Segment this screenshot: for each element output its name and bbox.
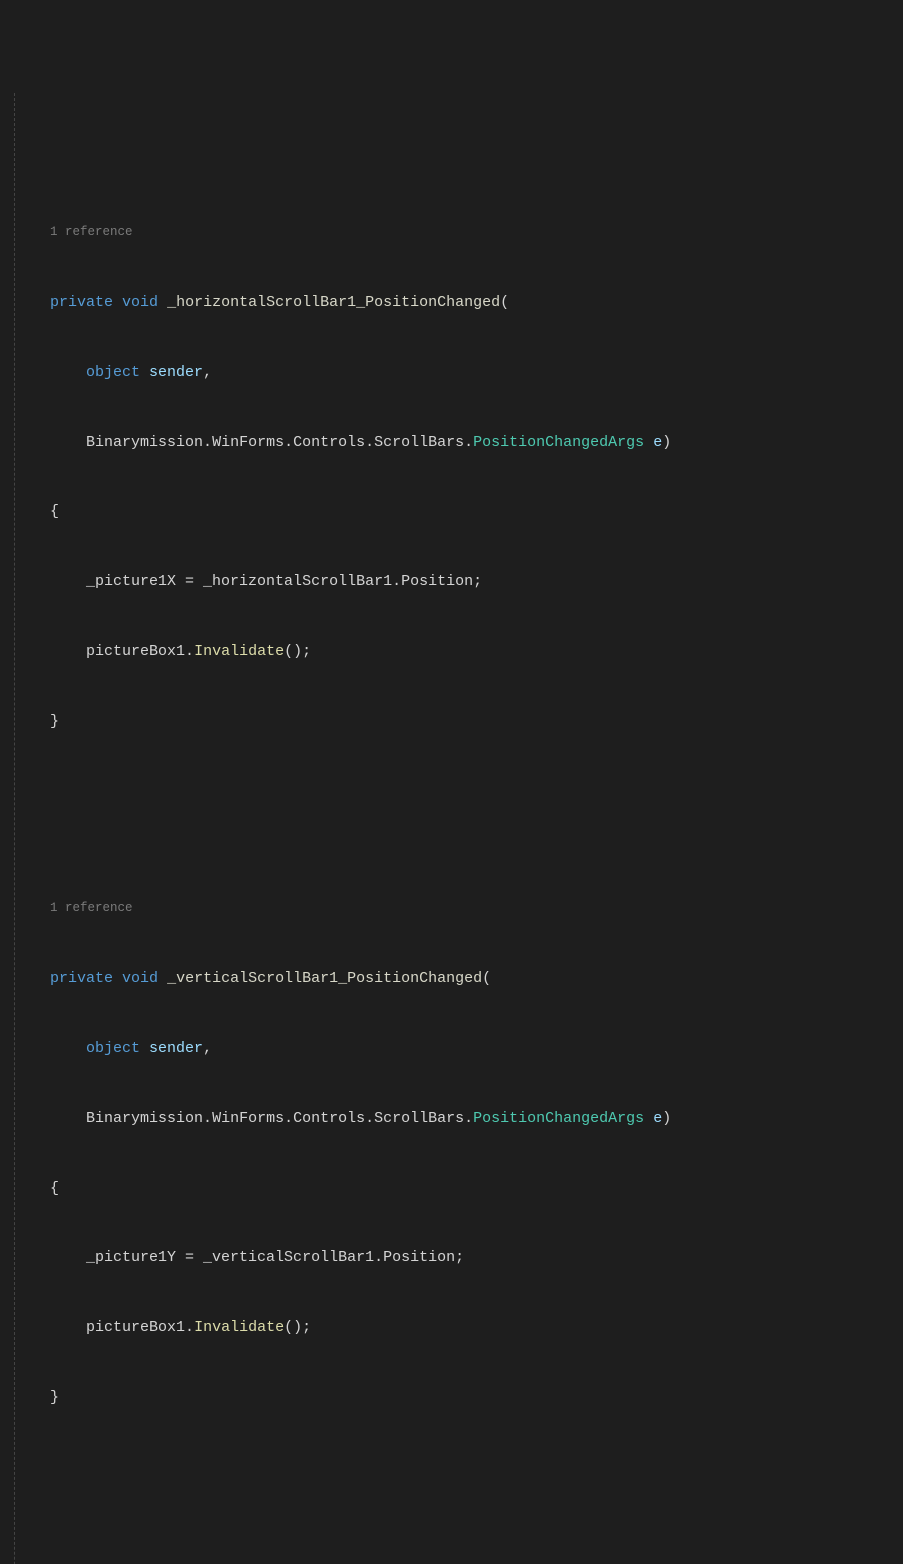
close-paren: ) (662, 1110, 671, 1127)
namespace: WinForms (212, 1110, 284, 1127)
code-line[interactable]: private void _verticalScrollBar1_Positio… (0, 967, 903, 990)
code-line[interactable]: } (0, 710, 903, 733)
space (158, 970, 167, 987)
dot: . (464, 434, 473, 451)
dot: . (185, 1319, 194, 1336)
property: Position (401, 573, 473, 590)
assign: = (176, 573, 203, 590)
open-paren: ( (482, 970, 491, 987)
object-ref: pictureBox1 (86, 643, 185, 660)
keyword-void: void (122, 294, 158, 311)
param-sender: sender (149, 1040, 203, 1057)
space (140, 1040, 149, 1057)
code-line[interactable]: pictureBox1.Invalidate(); (0, 1316, 903, 1339)
namespace: Binarymission (86, 434, 203, 451)
field: _picture1X (86, 573, 176, 590)
space (158, 294, 167, 311)
codelens-reference[interactable]: 1 reference (0, 219, 903, 244)
dot: . (284, 434, 293, 451)
semicolon: ; (302, 1319, 311, 1336)
dot: . (203, 434, 212, 451)
space (140, 364, 149, 381)
code-line[interactable]: Binarymission.WinForms.Controls.ScrollBa… (0, 431, 903, 454)
close-paren: ) (662, 434, 671, 451)
close-brace: } (50, 1389, 59, 1406)
object-ref: _horizontalScrollBar1 (203, 573, 392, 590)
dot: . (392, 573, 401, 590)
namespace: Binarymission (86, 1110, 203, 1127)
dot: . (365, 434, 374, 451)
space (113, 970, 122, 987)
comma: , (203, 1040, 212, 1057)
close-brace: } (50, 713, 59, 730)
code-editor[interactable]: 1 reference private void _horizontalScro… (0, 93, 903, 1564)
dot: . (284, 1110, 293, 1127)
code-line[interactable]: pictureBox1.Invalidate(); (0, 640, 903, 663)
comma: , (203, 364, 212, 381)
property: Position (383, 1249, 455, 1266)
code-line[interactable]: { (0, 1177, 903, 1200)
dot: . (203, 1110, 212, 1127)
code-line[interactable]: object sender, (0, 1037, 903, 1060)
dot: . (185, 643, 194, 660)
method-call: Invalidate (194, 643, 284, 660)
codelens-reference[interactable]: 1 reference (0, 895, 903, 920)
keyword-private: private (50, 294, 113, 311)
code-line[interactable]: Binarymission.WinForms.Controls.ScrollBa… (0, 1107, 903, 1130)
open-brace: { (50, 503, 59, 520)
keyword-object: object (86, 364, 140, 381)
blank-line[interactable] (0, 779, 903, 802)
arg-type: PositionChangedArgs (473, 434, 644, 451)
keyword-object: object (86, 1040, 140, 1057)
code-line[interactable]: } (0, 1386, 903, 1409)
semicolon: ; (302, 643, 311, 660)
namespace: Controls (293, 1110, 365, 1127)
dot: . (365, 1110, 374, 1127)
open-paren: ( (284, 643, 293, 660)
close-paren: ) (293, 643, 302, 660)
param-e: e (653, 1110, 662, 1127)
code-line[interactable]: { (0, 500, 903, 523)
close-paren: ) (293, 1319, 302, 1336)
semicolon: ; (455, 1249, 464, 1266)
method-name: _horizontalScrollBar1_PositionChanged (167, 294, 500, 311)
code-line[interactable]: _picture1X = _horizontalScrollBar1.Posit… (0, 570, 903, 593)
open-paren: ( (500, 294, 509, 311)
blank-line[interactable] (0, 1456, 903, 1479)
namespace: ScrollBars (374, 1110, 464, 1127)
dot: . (374, 1249, 383, 1266)
keyword-private: private (50, 970, 113, 987)
field: _picture1Y (86, 1249, 176, 1266)
object-ref: pictureBox1 (86, 1319, 185, 1336)
arg-type: PositionChangedArgs (473, 1110, 644, 1127)
open-brace: { (50, 1180, 59, 1197)
assign: = (176, 1249, 203, 1266)
param-sender: sender (149, 364, 203, 381)
space (644, 434, 653, 451)
semicolon: ; (473, 573, 482, 590)
space (644, 1110, 653, 1127)
code-line[interactable]: private void _horizontalScrollBar1_Posit… (0, 291, 903, 314)
keyword-void: void (122, 970, 158, 987)
code-line[interactable]: object sender, (0, 361, 903, 384)
object-ref: _verticalScrollBar1 (203, 1249, 374, 1266)
param-e: e (653, 434, 662, 451)
method-call: Invalidate (194, 1319, 284, 1336)
method-name: _verticalScrollBar1_PositionChanged (167, 970, 482, 987)
namespace: Controls (293, 434, 365, 451)
open-paren: ( (284, 1319, 293, 1336)
dot: . (464, 1110, 473, 1127)
namespace: ScrollBars (374, 434, 464, 451)
space (113, 294, 122, 311)
code-line[interactable]: _picture1Y = _verticalScrollBar1.Positio… (0, 1246, 903, 1269)
namespace: WinForms (212, 434, 284, 451)
